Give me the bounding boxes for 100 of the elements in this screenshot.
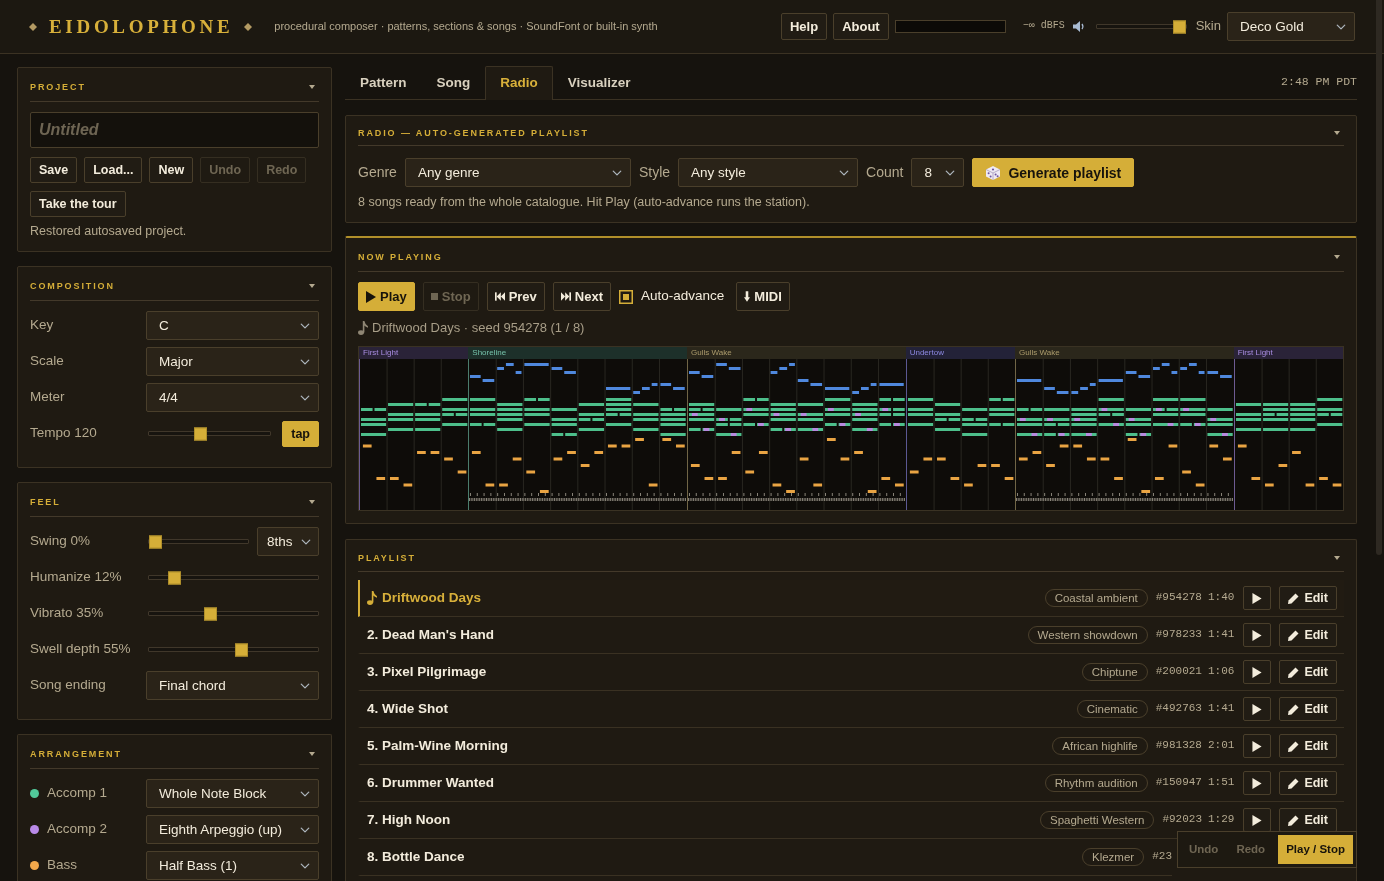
caret-icon[interactable] xyxy=(309,284,315,288)
seed-text: #92023 xyxy=(1162,813,1202,827)
edit-button[interactable]: Edit xyxy=(1279,697,1337,721)
edit-button[interactable]: Edit xyxy=(1279,771,1337,795)
field-label: Count xyxy=(866,163,904,182)
playlist-row[interactable]: 2. Dead Man's Hand Western showdown #978233 1:41 Edit xyxy=(358,617,1344,654)
tab[interactable]: Song xyxy=(421,66,486,100)
scrollbar-thumb[interactable] xyxy=(1376,0,1382,555)
option-select[interactable]: 8ths xyxy=(257,527,319,556)
dice-icon xyxy=(985,164,1002,181)
duration-text: 1:40 xyxy=(1208,591,1235,605)
slider-thumb[interactable] xyxy=(203,607,217,620)
toolbar-button[interactable]: Play / Stop xyxy=(1278,835,1353,864)
project-button[interactable]: New xyxy=(149,157,194,183)
field-label: Song ending xyxy=(30,677,107,694)
pencil-icon xyxy=(1288,740,1300,752)
track-info: Driftwood Days · seed 954278 (1 / 8) xyxy=(372,320,585,336)
previous-button[interactable]: Prev xyxy=(486,282,545,311)
slider-thumb[interactable] xyxy=(149,535,162,548)
project-button[interactable]: Save xyxy=(30,157,78,183)
song-title: 3. Pixel Pilgrimage xyxy=(367,663,488,681)
option-select[interactable]: C xyxy=(146,311,319,340)
next-button[interactable]: Next xyxy=(552,282,612,311)
section-header: Gulls Wake xyxy=(1015,347,1234,359)
edit-button[interactable]: Edit xyxy=(1279,734,1337,758)
caret-icon[interactable] xyxy=(1334,255,1340,259)
edit-button[interactable]: Edit xyxy=(1279,660,1337,684)
caret-icon[interactable] xyxy=(309,85,315,89)
option-select[interactable]: 4/4 xyxy=(146,383,319,412)
play-button[interactable] xyxy=(1243,586,1272,610)
diamond-icon xyxy=(244,22,253,31)
song-title: 8. Bottle Dance xyxy=(367,848,466,866)
playlist-row[interactable]: Driftwood Days Coastal ambient #954278 1:40 Edit xyxy=(358,580,1344,617)
caret-icon[interactable] xyxy=(309,752,315,756)
download-button[interactable]: MIDI xyxy=(736,282,790,311)
tab[interactable]: Visualizer xyxy=(552,66,646,100)
header-button[interactable]: Help xyxy=(780,13,828,40)
playlist-row[interactable]: 4. Wide Shot Cinematic #492763 1:41 Edit xyxy=(358,691,1344,728)
play-button[interactable] xyxy=(1243,771,1272,795)
option-select[interactable]: Any style xyxy=(678,158,859,187)
play-button[interactable] xyxy=(1243,808,1272,832)
playlist-row[interactable]: 5. Palm-Wine Morning African highlife #981328 2:01 Edit xyxy=(358,728,1344,765)
caret-icon[interactable] xyxy=(1334,556,1340,560)
level-readout: −∞ dBFS xyxy=(1022,20,1065,33)
slider-thumb[interactable] xyxy=(194,427,208,440)
play-button[interactable] xyxy=(1243,660,1272,684)
playlist-row[interactable]: 6. Drummer Wanted Rhythm audition #150947 1:51 Edit xyxy=(358,765,1344,802)
edit-button[interactable]: Edit xyxy=(1279,623,1337,647)
tab[interactable]: Radio xyxy=(485,66,553,100)
voice-select[interactable]: Whole Note Block xyxy=(146,779,319,808)
play-button[interactable] xyxy=(1243,697,1272,721)
caret-icon[interactable] xyxy=(309,500,315,504)
seed-text: #23 xyxy=(1152,850,1172,864)
pencil-icon xyxy=(1288,629,1300,641)
option-select[interactable]: Final chord xyxy=(146,671,319,700)
voice-select[interactable]: Half Bass (1) xyxy=(146,851,319,880)
play-button[interactable] xyxy=(1243,734,1272,758)
checkbox[interactable] xyxy=(619,289,634,304)
project-button[interactable]: Load... xyxy=(84,157,143,183)
duration-text: 1:06 xyxy=(1208,665,1235,679)
skin-select[interactable]: Deco Gold xyxy=(1227,12,1355,41)
music-note-icon xyxy=(358,321,368,335)
skip-back-icon xyxy=(494,292,505,301)
app-logo: EIDOLOPHONE xyxy=(49,15,234,38)
tab[interactable]: Pattern xyxy=(345,66,422,100)
header-button[interactable]: About xyxy=(833,13,889,40)
panel-title: PROJECT xyxy=(30,81,86,94)
voice-select[interactable]: Eighth Arpeggio (up) xyxy=(146,815,319,844)
playlist-row[interactable]: 8. Bottle Dance Klezmer #23 xyxy=(358,839,1172,876)
play-button[interactable] xyxy=(1243,623,1272,647)
caret-icon[interactable] xyxy=(1334,131,1340,135)
play-icon xyxy=(1252,592,1263,604)
edit-button[interactable]: Edit xyxy=(1279,586,1337,610)
option-select[interactable]: 8 xyxy=(911,158,965,187)
checkbox-label[interactable]: Auto-advance xyxy=(641,288,725,305)
field-label: Swell depth 55% xyxy=(30,641,132,658)
slider-thumb[interactable] xyxy=(234,643,248,656)
hint-text: 8 songs ready from the whole catalogue. Hit Play (auto-advance runs the station). xyxy=(358,195,811,210)
field-label: Bass xyxy=(47,857,77,874)
tour-button[interactable]: Take the tour xyxy=(30,191,126,217)
section-header: Undertow xyxy=(905,347,1015,359)
slider-thumb[interactable] xyxy=(167,571,181,584)
play-button[interactable]: Play xyxy=(358,282,415,311)
section-header: First Light xyxy=(359,347,469,359)
edit-button[interactable]: Edit xyxy=(1279,808,1337,832)
play-icon xyxy=(366,290,376,303)
pencil-icon xyxy=(1288,814,1300,826)
generate-button[interactable]: Generate playlist xyxy=(972,158,1135,187)
slider-thumb[interactable] xyxy=(1172,20,1186,33)
field-label: Accomp 1 xyxy=(47,785,108,802)
option-select[interactable]: Major xyxy=(146,347,319,376)
playlist-row[interactable]: 3. Pixel Pilgrimage Chiptune #200021 1:06 Edit xyxy=(358,654,1344,691)
field-label: Genre xyxy=(358,163,397,182)
play-icon xyxy=(1252,777,1263,789)
project-name-field[interactable]: Untitled xyxy=(30,112,319,148)
tap-button[interactable]: tap xyxy=(282,420,319,447)
panel-title: RADIO — AUTO-GENERATED PLAYLIST xyxy=(358,127,589,140)
seed-text: #492763 xyxy=(1155,702,1202,716)
seed-text: #978233 xyxy=(1155,628,1202,642)
option-select[interactable]: Any genre xyxy=(404,158,631,187)
